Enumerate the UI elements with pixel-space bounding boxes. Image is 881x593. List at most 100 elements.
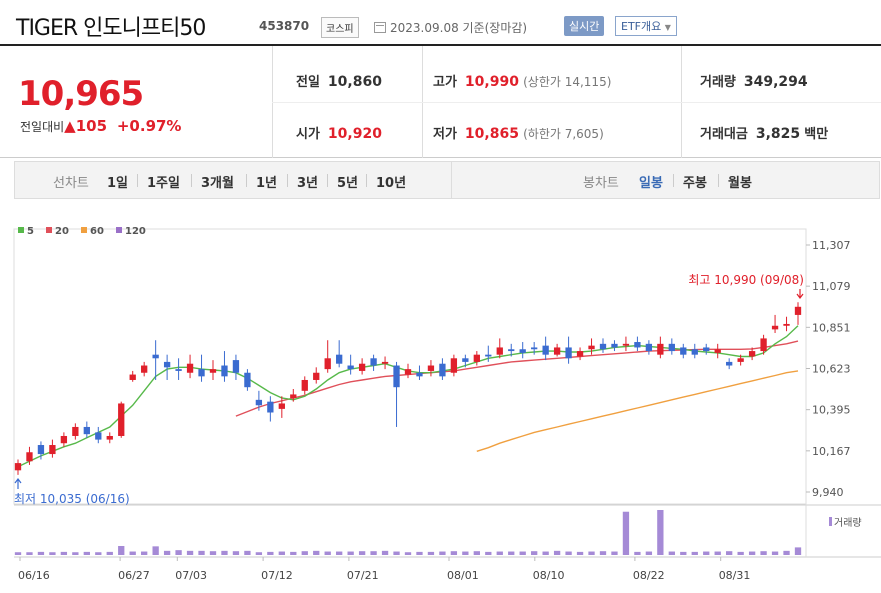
candle-body: [726, 361, 733, 366]
candle-body: [542, 345, 549, 355]
candle-body: [186, 363, 194, 373]
candle-body: [49, 445, 56, 455]
volume-bar: [588, 551, 595, 555]
volume-bar: [726, 551, 733, 555]
volume-value: 349,294: [743, 74, 808, 90]
candle-daily[interactable]: 일봉: [639, 172, 663, 191]
volume-label: 거래량: [700, 75, 736, 90]
candle-body: [714, 349, 721, 353]
x-tick-label: 07/03: [175, 569, 207, 582]
change-label: 전일대비: [20, 120, 65, 134]
candle-body: [462, 358, 469, 362]
legend-label: 20: [55, 226, 69, 237]
legend-swatch: [116, 227, 122, 233]
candle-body: [106, 435, 113, 440]
volume-bar: [278, 551, 285, 555]
volume-bar: [221, 550, 228, 555]
change-value: 105: [75, 117, 108, 135]
candle-body: [680, 347, 687, 355]
volume-bar: [680, 551, 687, 555]
volume-bar: [427, 551, 435, 555]
prev-close-value: 10,860: [327, 74, 382, 90]
legend-swatch: [18, 227, 24, 233]
candle-body: [473, 354, 480, 362]
volume-bar: [519, 551, 526, 555]
volume-bar: [313, 550, 320, 555]
divider: [673, 174, 674, 187]
volume-bar: [531, 551, 538, 555]
candle-body: [393, 365, 400, 388]
volume-bar: [576, 551, 584, 555]
candle-body: [209, 369, 217, 373]
divider: [246, 174, 247, 187]
volume-bar: [760, 551, 767, 555]
volume-bar: [450, 551, 458, 555]
candle-body: [737, 358, 744, 362]
period-3m[interactable]: 3개월: [201, 172, 234, 191]
period-5y[interactable]: 5년: [337, 172, 358, 191]
candle-weekly[interactable]: 주봉: [683, 172, 707, 191]
volume-bar: [771, 551, 779, 555]
price-summary: 10,965 전일대비▲105 +0.97% 전일 10,860 시가 10,920…: [0, 46, 881, 158]
candle-body: [60, 435, 68, 444]
high-annotation: 최고 10,990 (09/08): [688, 273, 804, 287]
period-1d[interactable]: 1일: [107, 172, 128, 191]
candle-body: [370, 358, 377, 366]
volume-bar: [347, 551, 354, 555]
legend-label: 120: [125, 226, 146, 237]
candle-body: [485, 354, 492, 357]
date-info: 2023.09.08 기준(장마감): [374, 19, 527, 36]
volume-bar: [496, 551, 503, 555]
candle-body: [703, 347, 710, 352]
candle-body: [427, 365, 435, 371]
open-value: 10,920: [327, 126, 382, 142]
etf-overview-dropdown[interactable]: ETF개요 ▼: [615, 16, 677, 36]
candle-chart-label: 봉차트: [583, 176, 619, 191]
volume-bar: [553, 550, 561, 555]
volume-bar: [737, 551, 744, 555]
prev-close-label: 전일: [296, 75, 320, 90]
candle-monthly[interactable]: 월봉: [728, 172, 752, 191]
volume-bar: [129, 551, 136, 555]
market-badge: 코스피: [321, 17, 359, 38]
candle-body: [416, 372, 423, 377]
live-button[interactable]: 실시간: [564, 16, 605, 36]
period-1w[interactable]: 1주일: [147, 172, 180, 191]
volume-bar: [462, 551, 469, 555]
divider: [272, 102, 881, 103]
price-change: 전일대비▲105 +0.97%: [20, 117, 181, 135]
volume-bar: [175, 550, 182, 555]
volume-bar: [611, 551, 618, 555]
candle-body: [118, 403, 125, 436]
volume-bar: [141, 551, 148, 555]
candle-body: [783, 323, 790, 326]
divider: [287, 174, 288, 187]
candle-body: [645, 343, 653, 352]
candle-body: [794, 306, 802, 315]
candle-body: [290, 394, 297, 399]
volume-bar: [26, 552, 33, 555]
volume-bar: [748, 551, 756, 555]
period-10y[interactable]: 10년: [376, 172, 406, 191]
divider: [137, 174, 138, 187]
date-text: 2023.09.08 기준(장마감): [390, 21, 528, 35]
open-label: 시가: [296, 127, 320, 142]
candle-body: [267, 401, 274, 413]
candle-body: [278, 403, 285, 409]
trade-amount: 거래대금 3,825 백만: [700, 123, 828, 142]
volume-bar: [358, 551, 366, 555]
candle-body: [381, 361, 389, 364]
volume-bar: [60, 551, 68, 555]
volume-bar: [565, 551, 572, 555]
down-arrow-icon: [796, 289, 804, 299]
high-price: 고가 10,990 (상한가 14,115): [433, 71, 611, 90]
candle-body: [668, 343, 675, 352]
y-tick-label: 10,167: [812, 445, 851, 458]
period-3y[interactable]: 3년: [297, 172, 318, 191]
x-tick-label: 06/16: [18, 569, 50, 582]
volume-bar: [106, 551, 113, 555]
lower-limit: (하한가 7,605): [523, 127, 604, 141]
candle-body: [657, 343, 664, 355]
volume-bar: [152, 546, 159, 555]
period-1y[interactable]: 1년: [256, 172, 277, 191]
